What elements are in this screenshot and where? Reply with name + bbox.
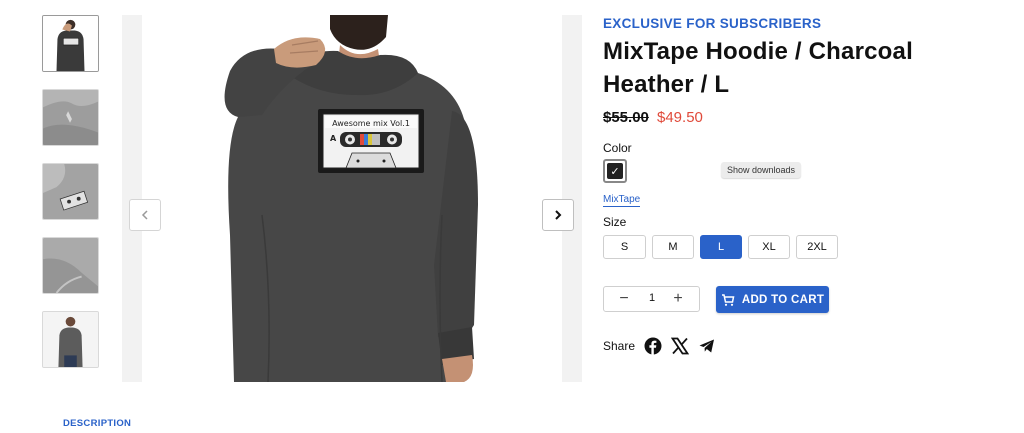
tab-description[interactable]: DESCRIPTION (63, 418, 131, 429)
thumbnail-hoodie-back[interactable] (42, 15, 99, 72)
cassette-side-label: A (330, 134, 337, 143)
thumbnail-cuff-detail[interactable] (42, 237, 99, 294)
color-label: Color (603, 141, 632, 155)
telegram-icon[interactable] (698, 337, 716, 355)
size-label: Size (603, 215, 627, 229)
cassette-label-text: Awesome mix Vol.1 (332, 119, 410, 128)
facebook-icon[interactable] (644, 337, 662, 355)
collection-link[interactable]: MixTape (603, 194, 641, 207)
quantity-stepper: − 1 + (603, 286, 700, 312)
thumbnail-cassette-detail[interactable] (42, 163, 99, 220)
add-to-cart-label: ADD TO CART (741, 293, 825, 306)
chevron-left-icon (141, 210, 148, 220)
cassette-print: Awesome mix Vol.1 A (318, 109, 424, 173)
hoodie-back-photo[interactable]: Awesome mix Vol.1 A (142, 15, 562, 382)
show-downloads-tooltip: Show downloads (721, 162, 802, 178)
share-label: Share (603, 339, 636, 353)
subscriber-exclusive-label: EXCLUSIVE FOR SUBSCRIBERS (603, 16, 822, 31)
gallery-prev-button[interactable] (129, 199, 161, 231)
color-swatch-charcoal[interactable]: ✓ (603, 159, 627, 183)
cart-icon (721, 293, 735, 306)
size-option-l[interactable]: L (700, 235, 742, 259)
quantity-value[interactable]: 1 (644, 292, 660, 304)
size-option-s[interactable]: S (603, 235, 646, 259)
thumbnail-model-front[interactable] (42, 311, 99, 368)
size-option-xl[interactable]: XL (748, 235, 790, 259)
decrease-quantity-button[interactable]: − (616, 290, 632, 307)
thumbnail-fabric-detail[interactable] (42, 89, 99, 146)
main-image-stage: Awesome mix Vol.1 A (122, 15, 582, 382)
increase-quantity-button[interactable]: + (670, 290, 686, 307)
check-icon: ✓ (607, 163, 623, 179)
size-option-m[interactable]: M (652, 235, 694, 259)
x-icon[interactable] (671, 337, 689, 355)
size-option-2xl[interactable]: 2XL (796, 235, 838, 259)
original-price: $55.00 (603, 109, 649, 126)
gallery-next-button[interactable] (542, 199, 574, 231)
product-title: MixTape Hoodie / Charcoal Heather / L (603, 38, 913, 98)
sale-price: $49.50 (657, 109, 703, 126)
add-to-cart-button[interactable]: ADD TO CART (716, 286, 829, 313)
thumbnail-list (42, 15, 101, 385)
chevron-right-icon (555, 210, 562, 220)
